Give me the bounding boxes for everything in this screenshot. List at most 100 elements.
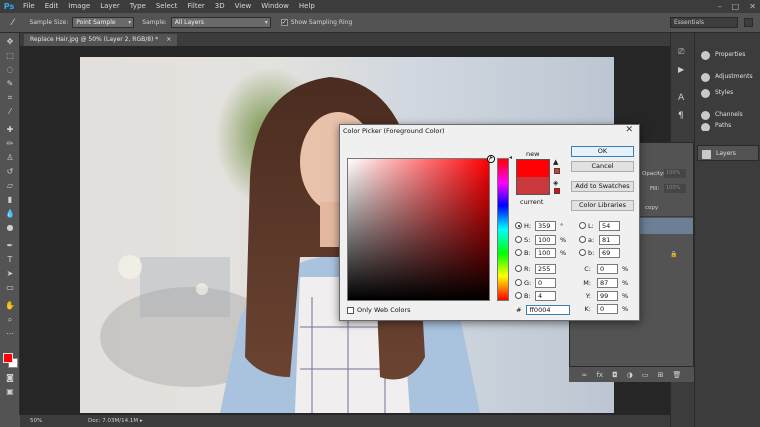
blur-tool-icon[interactable]: 💧	[4, 209, 16, 219]
lab-l-field[interactable]: 54	[599, 220, 620, 231]
black-field[interactable]: 0	[597, 303, 618, 314]
type-tool-icon[interactable]: T	[4, 255, 16, 265]
add-to-swatches-button[interactable]: Add to Swatches	[571, 181, 634, 192]
character-icon[interactable]: A	[678, 93, 684, 103]
stamp-tool-icon[interactable]: ♙	[4, 153, 16, 163]
panel-adjustments[interactable]: Adjustments	[697, 69, 759, 85]
panel-styles[interactable]: Styles	[697, 85, 759, 101]
cancel-button[interactable]: Cancel	[571, 161, 634, 172]
saturation-brightness-field[interactable]	[347, 156, 494, 301]
lab-a-field[interactable]: 81	[599, 234, 620, 245]
sample-size-select[interactable]: Point Sample	[72, 17, 135, 28]
web-safe-cube-icon[interactable]: ◈	[553, 179, 558, 187]
color-libraries-button[interactable]: Color Libraries	[571, 200, 634, 211]
menu-layer[interactable]: Layer	[95, 0, 125, 13]
link-layers-icon[interactable]: ∞	[582, 371, 588, 379]
marquee-tool-icon[interactable]: ⬚	[4, 51, 16, 61]
quick-select-tool-icon[interactable]: ✎	[4, 79, 16, 89]
hue-slider[interactable]	[497, 158, 509, 301]
adjustment-layer-icon[interactable]: ◑	[627, 371, 633, 379]
delete-layer-icon[interactable]: 🗑	[673, 371, 682, 379]
blue-radio[interactable]	[515, 292, 522, 299]
brightness-field[interactable]: 100	[535, 247, 556, 258]
history-icon[interactable]: ⎚	[678, 47, 684, 57]
opacity-value[interactable]: 100%	[664, 169, 686, 178]
brightness-radio[interactable]	[515, 249, 522, 256]
fill-value[interactable]: 100%	[664, 184, 686, 193]
panel-properties[interactable]: Properties	[697, 47, 759, 63]
lab-b-radio[interactable]	[579, 249, 586, 256]
magenta-field[interactable]: 87	[597, 277, 618, 288]
hue-left-arrow-icon[interactable]: ▸	[490, 154, 493, 161]
menu-image[interactable]: Image	[63, 0, 95, 13]
show-ring-checkbox[interactable]: ✓	[280, 19, 288, 26]
green-radio[interactable]	[515, 279, 522, 286]
zoom-tool-icon[interactable]: ⌕	[4, 315, 16, 325]
menu-select[interactable]: Select	[151, 0, 183, 13]
menu-help[interactable]: Help	[294, 0, 320, 13]
close-icon[interactable]: ✕	[625, 125, 633, 135]
dodge-tool-icon[interactable]: ●	[4, 223, 16, 233]
panel-paths[interactable]: Paths	[697, 121, 759, 131]
only-web-colors-checkbox[interactable]	[347, 306, 354, 314]
path-select-tool-icon[interactable]: ➤	[4, 269, 16, 279]
red-field[interactable]: 255	[535, 263, 556, 274]
green-field[interactable]: 0	[535, 277, 556, 288]
move-tool-icon[interactable]: ✥	[4, 37, 16, 47]
red-radio[interactable]	[515, 265, 522, 272]
web-safe-swatch[interactable]	[554, 188, 560, 194]
menu-file[interactable]: File	[18, 0, 40, 13]
healing-tool-icon[interactable]: ✚	[4, 125, 16, 135]
add-mask-icon[interactable]: ◘	[612, 371, 618, 379]
menu-filter[interactable]: Filter	[182, 0, 209, 13]
eraser-tool-icon[interactable]: ▱	[4, 181, 16, 191]
document-tab[interactable]: Replace Hair.jpg @ 50% (Layer 2, RGB/8) …	[24, 34, 178, 46]
maximize-icon[interactable]: □	[732, 2, 740, 11]
lab-a-radio[interactable]	[579, 236, 586, 243]
menu-type[interactable]: Type	[125, 0, 151, 13]
panel-layers[interactable]: Layers	[697, 145, 759, 161]
lasso-tool-icon[interactable]: ◌	[4, 65, 16, 75]
paragraph-icon[interactable]: ¶	[678, 111, 684, 121]
workspace-select[interactable]: Essentials	[670, 17, 738, 28]
gradient-tool-icon[interactable]: ▮	[4, 195, 16, 205]
hand-tool-icon[interactable]: ✋	[4, 301, 16, 311]
menu-view[interactable]: View	[230, 0, 257, 13]
status-arrow-icon[interactable]: ▸	[140, 415, 143, 427]
search-icon[interactable]	[744, 18, 753, 27]
brush-tool-icon[interactable]: ✏	[4, 139, 16, 149]
lab-b-field[interactable]: 69	[599, 247, 620, 258]
edit-toolbar-icon[interactable]: ⋯	[4, 329, 16, 339]
yellow-field[interactable]: 99	[597, 290, 618, 301]
hue-radio[interactable]	[515, 222, 522, 229]
eyedropper-icon[interactable]: ⁄	[12, 18, 14, 28]
quick-mask-icon[interactable]: ◙	[4, 373, 16, 383]
hue-right-arrow-icon[interactable]: ◂	[509, 154, 512, 161]
foreground-color-swatch[interactable]	[3, 353, 13, 363]
zoom-level[interactable]: 50%	[30, 415, 42, 427]
gamut-warning-swatch[interactable]	[554, 168, 560, 174]
fx-icon[interactable]: fx	[596, 371, 603, 379]
minimize-icon[interactable]: –	[718, 2, 722, 11]
blue-field[interactable]: 4	[535, 290, 556, 301]
doc-size-info[interactable]: Doc: 7.03M/14.1M	[88, 415, 138, 427]
gamut-warning-icon[interactable]: ▲	[553, 158, 558, 166]
pen-tool-icon[interactable]: ✒	[4, 241, 16, 251]
actions-icon[interactable]: ▶	[678, 65, 684, 74]
eyedropper-tool-icon[interactable]: ⁄	[4, 107, 16, 117]
screen-mode-icon[interactable]: ▣	[4, 387, 16, 397]
hex-field[interactable]: ff0004	[526, 305, 571, 315]
saturation-field[interactable]: 100	[535, 234, 556, 245]
history-brush-tool-icon[interactable]: ↺	[4, 167, 16, 177]
new-layer-icon[interactable]: ⊞	[658, 371, 664, 379]
menu-edit[interactable]: Edit	[40, 0, 64, 13]
crop-tool-icon[interactable]: ⌗	[4, 93, 16, 103]
hue-field[interactable]: 359	[535, 220, 556, 231]
close-tab-icon[interactable]: ×	[166, 36, 171, 43]
menu-window[interactable]: Window	[256, 0, 294, 13]
group-folder-icon[interactable]: ▭	[642, 371, 649, 379]
ok-button[interactable]: OK	[571, 146, 634, 157]
lab-l-radio[interactable]	[579, 222, 586, 229]
cyan-field[interactable]: 0	[597, 263, 618, 274]
current-color-swatch[interactable]	[516, 177, 550, 195]
